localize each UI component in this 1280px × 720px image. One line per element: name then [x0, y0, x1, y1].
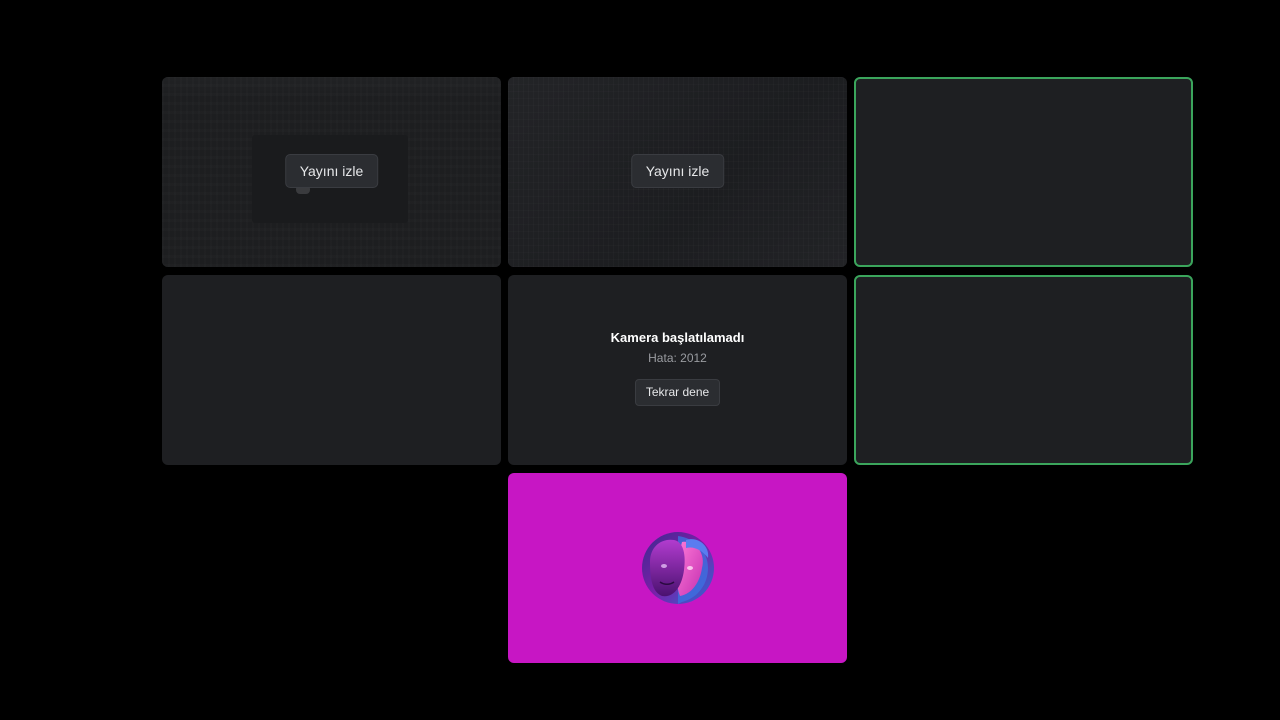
- voice-call-grid: Yayını izle Yayını izle Kamera başlatıla…: [0, 0, 1280, 720]
- participant-avatar-tile[interactable]: [508, 473, 847, 663]
- camera-error-tile[interactable]: Kamera başlatılamadı Hata: 2012 Tekrar d…: [508, 275, 847, 465]
- camera-error-message: Kamera başlatılamadı Hata: 2012 Tekrar d…: [508, 329, 847, 406]
- camera-error-code: Hata: 2012: [648, 351, 707, 365]
- stream-tile-1[interactable]: Yayını izle: [162, 77, 501, 267]
- avatar-image: [641, 532, 714, 604]
- watch-stream-button[interactable]: Yayını izle: [630, 154, 725, 188]
- participant-tile-speaking[interactable]: [854, 275, 1193, 465]
- participant-tile[interactable]: [162, 275, 501, 465]
- camera-error-title: Kamera başlatılamadı: [610, 330, 745, 345]
- avatar: [641, 532, 714, 604]
- participant-tile-speaking[interactable]: [854, 77, 1193, 267]
- retry-button[interactable]: Tekrar dene: [634, 379, 721, 406]
- stream-tile-2[interactable]: Yayını izle: [508, 77, 847, 267]
- watch-stream-button[interactable]: Yayını izle: [284, 154, 379, 188]
